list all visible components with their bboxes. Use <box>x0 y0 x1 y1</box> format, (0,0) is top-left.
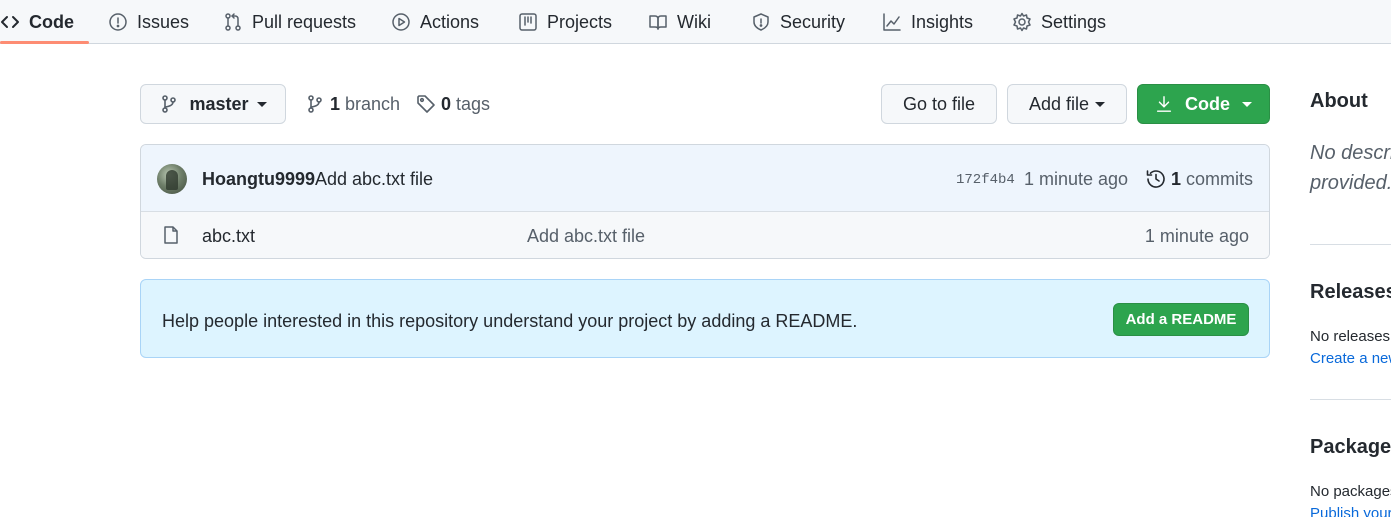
play-icon <box>391 12 420 32</box>
add-file-label: Add file <box>1028 93 1090 114</box>
about-description-line: No descri <box>1310 142 1391 164</box>
repo-nav: Code Issues Pull requests Actions Projec… <box>0 0 1391 44</box>
tab-label: Code <box>29 11 74 32</box>
branch-label: branch <box>345 93 401 114</box>
code-dropdown-button[interactable]: Code <box>1137 84 1270 124</box>
releases-empty-text: No releases <box>1310 328 1391 345</box>
commit-message[interactable]: Add abc.txt file <box>315 169 433 190</box>
chevron-down-icon <box>1242 101 1252 107</box>
branch-select-button[interactable]: master <box>140 84 286 124</box>
tab-label: Insights <box>911 11 974 32</box>
tab-label: Settings <box>1041 11 1107 32</box>
file-commit-time: 1 minute ago <box>1144 226 1249 246</box>
selected-tab-indicator <box>0 41 89 44</box>
go-to-file-button[interactable]: Go to file <box>881 84 997 124</box>
file-commit-message[interactable]: Add abc.txt file <box>527 226 645 247</box>
project-icon <box>518 12 547 32</box>
tab-code[interactable]: Code <box>0 0 74 44</box>
about-description-line: provided. <box>1310 172 1391 194</box>
issue-icon <box>108 12 137 32</box>
tag-count: 0 <box>441 93 452 114</box>
about-heading: About <box>1310 90 1368 112</box>
add-readme-button[interactable]: Add a README <box>1113 303 1249 336</box>
tab-projects[interactable]: Projects <box>518 0 612 44</box>
about-description: No descri provided. <box>1310 138 1391 198</box>
branch-icon <box>305 94 330 114</box>
branch-icon <box>159 94 179 114</box>
code-button-label: Code <box>1185 93 1230 114</box>
tab-insights[interactable]: Insights <box>882 0 973 44</box>
tag-label: tags <box>456 93 491 114</box>
tab-settings[interactable]: Settings <box>1012 0 1106 44</box>
branch-count: 1 <box>330 93 341 114</box>
readme-prompt-text: Help people interested in this repositor… <box>162 311 858 331</box>
pull-request-icon <box>223 12 252 32</box>
tab-label: Actions <box>420 11 480 32</box>
branches-link[interactable]: 1 branch <box>305 84 400 124</box>
go-to-file-label: Go to file <box>902 93 976 114</box>
commits-link[interactable]: 1 commits <box>1145 167 1253 191</box>
add-readme-label: Add a README <box>1125 311 1237 328</box>
table-row[interactable]: abc.txt Add abc.txt file 1 minute ago <box>141 212 1269 258</box>
readme-banner: Help people interested in this repositor… <box>140 279 1270 358</box>
commit-time: 1 minute ago <box>1024 169 1129 189</box>
latest-commit-row: Hoangtu9999 Add abc.txt file 172f4b4 1 m… <box>141 145 1269 212</box>
branch-name: master <box>189 93 249 114</box>
chevron-down-icon <box>256 101 267 107</box>
book-icon <box>648 12 677 32</box>
graph-icon <box>882 12 911 32</box>
tab-label: Projects <box>547 11 613 32</box>
create-release-link[interactable]: Create a new <box>1310 350 1391 367</box>
tab-pull-requests[interactable]: Pull requests <box>223 0 356 44</box>
tab-actions[interactable]: Actions <box>391 0 479 44</box>
packages-empty-text: No packages <box>1310 483 1391 500</box>
tab-label: Pull requests <box>252 11 357 32</box>
download-icon <box>1155 95 1173 113</box>
tags-link[interactable]: 0 tags <box>416 84 490 124</box>
tag-icon <box>416 94 441 114</box>
divider <box>1310 244 1391 245</box>
file-list: Hoangtu9999 Add abc.txt file 172f4b4 1 m… <box>140 144 1270 259</box>
tab-issues[interactable]: Issues <box>108 0 189 44</box>
packages-heading[interactable]: Packages <box>1310 436 1391 459</box>
code-icon <box>0 12 29 32</box>
history-icon <box>1145 168 1171 190</box>
tab-security[interactable]: Security <box>751 0 845 44</box>
tab-wiki[interactable]: Wiki <box>648 0 711 44</box>
tab-label: Security <box>780 11 846 32</box>
publish-package-link[interactable]: Publish your <box>1310 505 1391 517</box>
releases-heading[interactable]: Releases <box>1310 281 1391 304</box>
gear-icon <box>1012 12 1041 32</box>
divider <box>1310 399 1391 400</box>
commit-count: 1 <box>1171 168 1182 189</box>
file-icon <box>161 225 181 245</box>
commit-author[interactable]: Hoangtu9999 <box>202 169 315 190</box>
shield-icon <box>751 12 780 32</box>
chevron-down-icon <box>1095 101 1106 107</box>
avatar[interactable] <box>157 164 187 194</box>
add-file-button[interactable]: Add file <box>1007 84 1127 124</box>
tab-label: Wiki <box>677 11 711 32</box>
file-name[interactable]: abc.txt <box>202 226 255 247</box>
commit-label: commits <box>1186 168 1254 189</box>
commit-sha[interactable]: 172f4b4 <box>956 172 1015 188</box>
tab-label: Issues <box>137 11 190 32</box>
